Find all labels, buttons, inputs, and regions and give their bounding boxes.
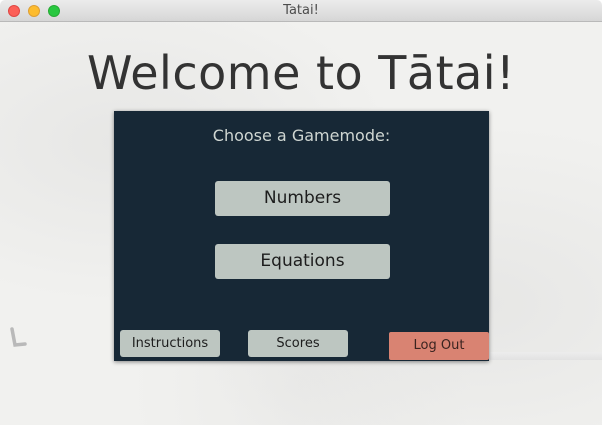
main-content: Welcome to Tātai! Choose a Gamemode: Num… <box>0 22 602 425</box>
numbers-mode-button[interactable]: Numbers <box>215 181 390 216</box>
scores-button[interactable]: Scores <box>248 330 348 357</box>
app-window: Tatai! Welcome to Tātai! Choose a Gamemo… <box>0 0 602 425</box>
logout-button[interactable]: Log Out <box>389 332 489 360</box>
equations-mode-button[interactable]: Equations <box>215 244 390 279</box>
gamemode-prompt: Choose a Gamemode: <box>212 126 391 145</box>
background-mark-icon <box>10 327 27 347</box>
instructions-button[interactable]: Instructions <box>120 330 220 357</box>
welcome-heading: Welcome to Tātai! <box>86 46 516 100</box>
background-decoration <box>490 352 602 360</box>
gamemode-panel: Choose a Gamemode: Numbers Equations Ins… <box>114 111 489 361</box>
window-title: Tatai! <box>283 3 319 18</box>
title-bar: Tatai! <box>0 0 602 22</box>
